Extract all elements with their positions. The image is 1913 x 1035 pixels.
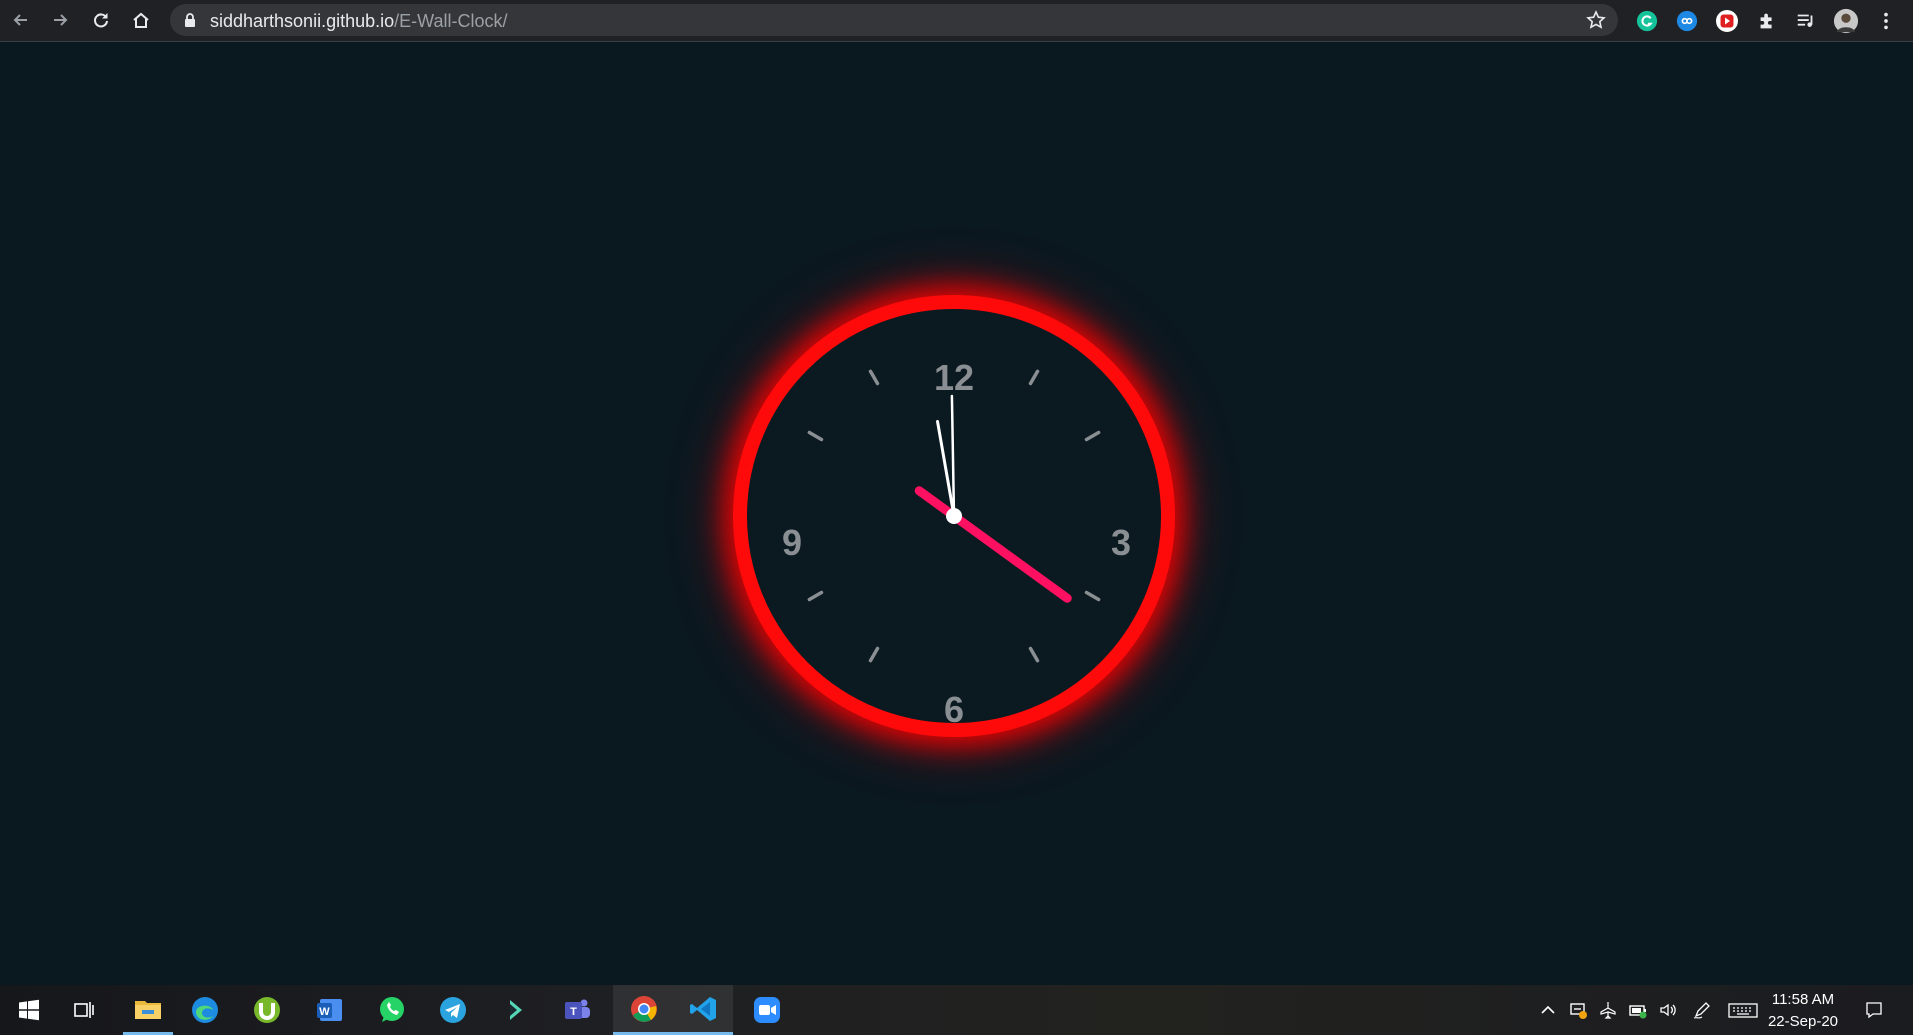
battery-charging-icon: [1629, 1005, 1647, 1019]
forward-arrow-icon: [54, 14, 68, 26]
extensions-button[interactable]: [1753, 7, 1781, 35]
center-pin: [946, 508, 962, 524]
zoom-icon: [754, 997, 780, 1023]
url-path: /E-Wall-Clock/: [394, 11, 508, 31]
svg-text:W: W: [319, 1006, 330, 1018]
reload-icon: [94, 13, 108, 28]
taskbar-date: 22-Sep-20: [1767, 1013, 1839, 1030]
taskbar-chrome[interactable]: [613, 985, 675, 1035]
taskbar-whatsapp[interactable]: [367, 985, 417, 1035]
home-icon: [133, 12, 149, 28]
home-button[interactable]: [126, 5, 156, 35]
taskbar-edge[interactable]: [180, 985, 230, 1035]
grammarly-extension[interactable]: [1633, 7, 1661, 35]
taskbar: W T 11:58 AM 22-Sep-20: [0, 985, 1913, 1035]
hour-tick: [1084, 590, 1101, 602]
more-vertical-icon: [1884, 12, 1888, 30]
red-play-icon: [1716, 10, 1738, 32]
hour-tick: [807, 590, 824, 602]
tray-overflow-button[interactable]: [1536, 985, 1560, 1035]
hour-tick: [1028, 646, 1040, 663]
notification-icon: [1866, 1002, 1882, 1019]
airplane-icon: [1600, 1002, 1616, 1019]
start-button[interactable]: [0, 985, 58, 1035]
chrome-icon: [631, 995, 657, 1022]
wall-clock: 12 3 6 9: [733, 295, 1175, 737]
tray-volume[interactable]: [1656, 985, 1680, 1035]
pen-workspace-icon: [1693, 1002, 1710, 1019]
url-host: siddharthsonii.github.io: [210, 11, 395, 31]
edge-icon: [192, 997, 218, 1023]
hour-tick: [868, 369, 880, 386]
reading-list-button[interactable]: [1792, 7, 1820, 35]
address-bar[interactable]: siddharthsonii.github.io/E-Wall-Clock/: [170, 4, 1618, 36]
hour-tick: [1028, 369, 1040, 386]
numeral-9: 9: [782, 522, 802, 563]
hour-tick: [868, 646, 880, 663]
task-view-icon: [74, 1002, 94, 1018]
vscode-icon: [690, 996, 716, 1021]
hour-tick: [1084, 430, 1101, 442]
numeral-6: 6: [944, 689, 964, 723]
taskbar-teams[interactable]: T: [552, 985, 602, 1035]
url-text[interactable]: siddharthsonii.github.io/E-Wall-Clock/: [210, 11, 507, 32]
speaker-icon: [1660, 1003, 1676, 1017]
taskbar-zoom[interactable]: [742, 985, 792, 1035]
word-icon: W: [317, 999, 342, 1021]
puzzle-icon: [1760, 13, 1772, 29]
tray-security[interactable]: [1566, 985, 1590, 1035]
browser-toolbar: siddharthsonii.github.io/E-Wall-Clock/: [0, 0, 1913, 42]
taskbar-word[interactable]: W: [305, 985, 355, 1035]
link-extension[interactable]: [1673, 7, 1701, 35]
taskbar-clock[interactable]: 11:58 AM 22-Sep-20: [1760, 989, 1846, 1033]
telegram-icon: [440, 997, 466, 1023]
back-button[interactable]: [6, 5, 36, 35]
avatar: [1833, 8, 1859, 34]
tray-airplane-mode[interactable]: [1596, 985, 1620, 1035]
video-extension[interactable]: [1713, 7, 1741, 35]
taskbar-telegram[interactable]: [428, 985, 478, 1035]
utorrent-icon: [254, 997, 280, 1023]
forward-button[interactable]: [45, 5, 75, 35]
teams-icon: T: [565, 999, 590, 1019]
tray-touch-keyboard[interactable]: [1727, 985, 1759, 1035]
tray-pen[interactable]: [1690, 985, 1714, 1035]
taskbar-time: 11:58 AM: [1771, 991, 1835, 1008]
numeral-3: 3: [1111, 522, 1131, 563]
task-view-button[interactable]: [55, 985, 113, 1035]
back-arrow-icon: [13, 14, 27, 26]
hour-tick: [807, 430, 824, 442]
chevron-up-icon: [1541, 1005, 1555, 1014]
lock-icon[interactable]: [182, 12, 198, 28]
menu-button[interactable]: [1872, 7, 1900, 35]
bookmark-star-icon[interactable]: [1586, 10, 1606, 30]
taskbar-utorrent[interactable]: [242, 985, 292, 1035]
svg-text:T: T: [570, 1006, 577, 1018]
infinity-link-icon: [1676, 10, 1698, 32]
taskbar-filmora[interactable]: [490, 985, 540, 1035]
file-explorer-icon: [135, 1000, 161, 1019]
numeral-12: 12: [934, 357, 974, 398]
clock-face: 12 3 6 9: [782, 357, 1131, 723]
action-center-button[interactable]: [1860, 985, 1888, 1035]
playlist-icon: [1797, 14, 1813, 27]
filmora-icon: [510, 1000, 522, 1020]
profile-button[interactable]: [1832, 7, 1860, 35]
tray-battery[interactable]: [1626, 985, 1650, 1035]
whatsapp-icon: [380, 997, 404, 1022]
taskbar-file-explorer[interactable]: [123, 985, 173, 1035]
keyboard-icon: [1728, 1003, 1758, 1018]
second-hand: [914, 486, 1072, 603]
taskbar-vscode[interactable]: [675, 985, 733, 1035]
reload-button[interactable]: [86, 5, 116, 35]
security-status-icon: [1570, 1003, 1587, 1019]
grammarly-icon: [1636, 10, 1658, 32]
windows-start-icon: [19, 999, 39, 1021]
